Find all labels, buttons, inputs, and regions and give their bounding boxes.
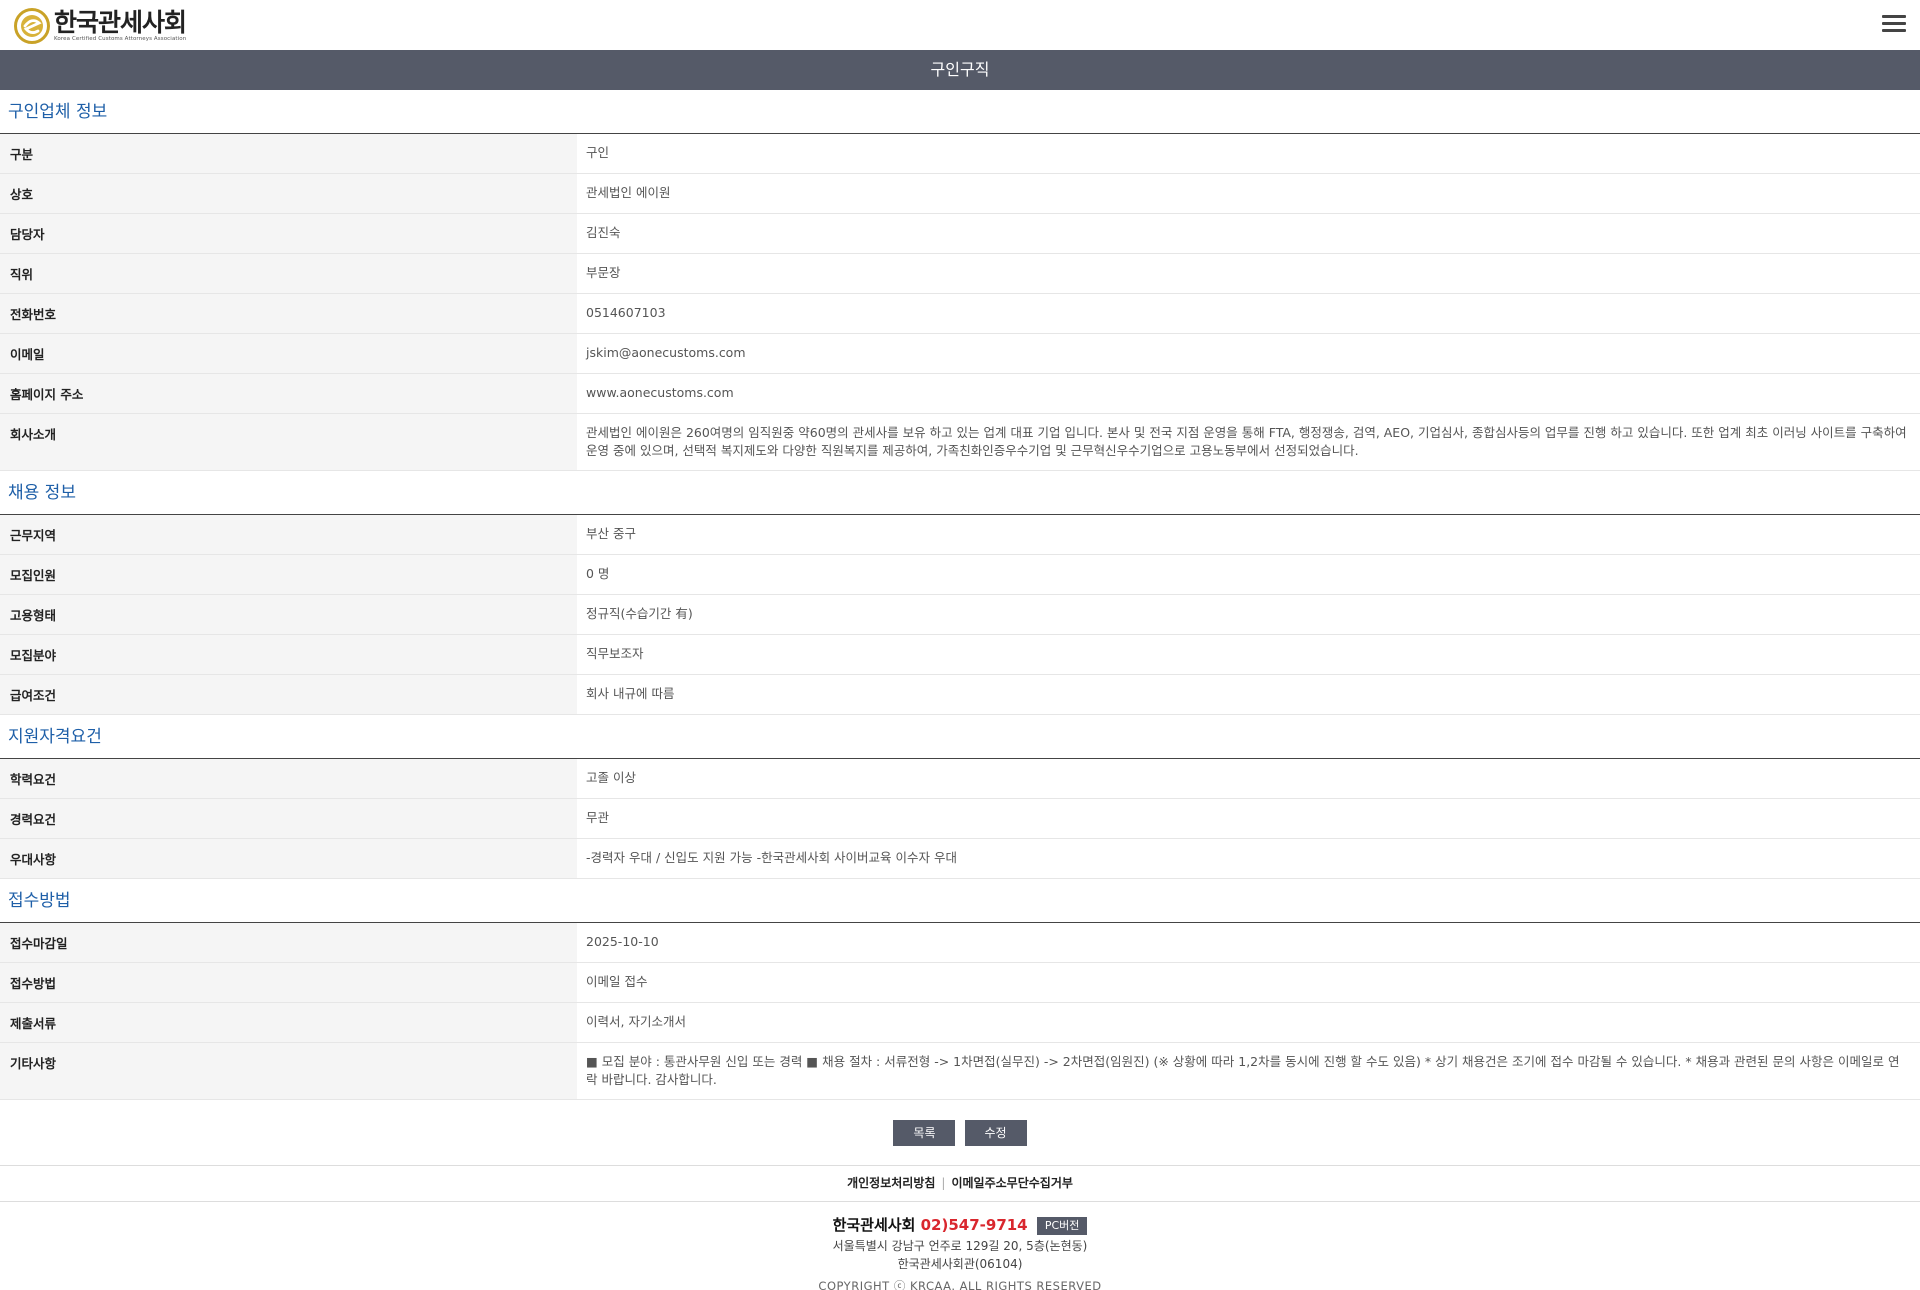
- row-label: 담당자: [0, 213, 577, 254]
- row-label: 직위: [0, 253, 577, 294]
- row-label: 급여조건: [0, 674, 577, 715]
- table-row: 모집인원 0 명: [0, 554, 1920, 595]
- table-row: 우대사항 -경력자 우대 / 신입도 지원 가능 -한국관세사회 사이버교육 이수…: [0, 838, 1920, 879]
- site-logo[interactable]: 한국관세사회 Korea Certified Customs Attorneys…: [14, 8, 187, 44]
- section-title: 지원자격요건: [0, 715, 1920, 759]
- row-label: 접수마감일: [0, 923, 577, 963]
- row-value: 구인: [577, 134, 1920, 174]
- page-title: 구인구직: [0, 50, 1920, 90]
- row-label: 기타사항: [0, 1042, 577, 1100]
- row-label: 구분: [0, 134, 577, 174]
- privacy-policy-link[interactable]: 개인정보처리방침: [847, 1176, 935, 1190]
- row-label: 고용형태: [0, 594, 577, 635]
- row-value: 관세법인 에이원은 260여명의 임직원중 약60명의 관세사를 보유 하고 있…: [577, 413, 1920, 471]
- info-table: 학력요건 고졸 이상 경력요건 무관 우대사항 -경력자 우대 / 신입도 지원 가능 -…: [0, 759, 1920, 879]
- row-value: 관세법인 에이원: [577, 173, 1920, 214]
- table-row: 기타사항 ■ 모집 분야 : 통관사무원 신입 또는 경력 ■ 채용 절차 : 서…: [0, 1042, 1920, 1100]
- site-header: 한국관세사회 Korea Certified Customs Attorneys…: [0, 0, 1920, 50]
- row-label: 홈페이지 주소: [0, 373, 577, 414]
- table-row: 회사소개 관세법인 에이원은 260여명의 임직원중 약60명의 관세사를 보유 …: [0, 413, 1920, 471]
- row-label: 모집인원: [0, 554, 577, 595]
- table-row: 급여조건 회사 내규에 따름: [0, 674, 1920, 715]
- row-label: 학력요건: [0, 759, 577, 799]
- logo-name: 한국관세사회: [54, 8, 187, 37]
- row-value: ■ 모집 분야 : 통관사무원 신입 또는 경력 ■ 채용 절차 : 서류전형 …: [577, 1042, 1920, 1100]
- footer-copyright: COPYRIGHT ⓒ KRCAA. ALL RIGHTS RESERVED: [818, 1279, 1102, 1290]
- row-value: 김진숙: [577, 213, 1920, 254]
- row-value: 이력서, 자기소개서: [577, 1002, 1920, 1043]
- row-value: 고졸 이상: [577, 759, 1920, 799]
- footer-links: 개인정보처리방침 | 이메일주소무단수집거부: [0, 1166, 1920, 1202]
- action-buttons: 목록 수정: [0, 1100, 1920, 1166]
- row-label: 상호: [0, 173, 577, 214]
- row-label: 전화번호: [0, 293, 577, 334]
- table-row: 전화번호 0514607103: [0, 293, 1920, 334]
- table-row: 접수방법 이메일 접수: [0, 962, 1920, 1003]
- row-label: 이메일: [0, 333, 577, 374]
- section-title: 구인업체 정보: [0, 90, 1920, 134]
- row-value: 정규직(수습기간 有): [577, 594, 1920, 635]
- row-value: 부문장: [577, 253, 1920, 294]
- logo-subtitle: Korea Certified Customs Attorneys Associ…: [54, 36, 187, 42]
- table-row: 담당자 김진숙: [0, 213, 1920, 254]
- table-row: 상호 관세법인 에이원: [0, 173, 1920, 214]
- footer-info: 한국관세사회 02)547-9714 PC버전 서울특별시 강남구 언주로 12…: [0, 1202, 1920, 1290]
- info-table: 근무지역 부산 중구 모집인원 0 명 고용형태 정규직(수습기간 有) 모집분야 직무보조자…: [0, 515, 1920, 715]
- table-row: 구분 구인: [0, 134, 1920, 174]
- row-value: 2025-10-10: [577, 923, 1920, 963]
- footer-org-name: 한국관세사회: [832, 1216, 916, 1234]
- pc-version-button[interactable]: PC버전: [1036, 1216, 1088, 1235]
- table-row: 모집분야 직무보조자: [0, 634, 1920, 675]
- row-label: 모집분야: [0, 634, 577, 675]
- table-row: 제출서류 이력서, 자기소개서: [0, 1002, 1920, 1043]
- table-row: 홈페이지 주소 www.aonecustoms.com: [0, 373, 1920, 414]
- table-row: 직위 부문장: [0, 253, 1920, 294]
- row-label: 근무지역: [0, 515, 577, 555]
- table-row: 접수마감일 2025-10-10: [0, 923, 1920, 963]
- job-detail-content: 구인업체 정보 구분 구인 상호 관세법인 에이원 담당자 김진숙 직위 부문장 전화번호 0514…: [0, 90, 1920, 1100]
- info-table: 구분 구인 상호 관세법인 에이원 담당자 김진숙 직위 부문장 전화번호 0514607103 이…: [0, 134, 1920, 471]
- section-title: 채용 정보: [0, 471, 1920, 515]
- row-value: 회사 내규에 따름: [577, 674, 1920, 715]
- footer-address: 서울특별시 강남구 언주로 129길 20, 5층(논현동): [832, 1239, 1088, 1253]
- logo-emblem-icon: [14, 8, 50, 44]
- row-value: www.aonecustoms.com: [577, 373, 1920, 414]
- row-label: 회사소개: [0, 413, 577, 471]
- row-value: 이메일 접수: [577, 962, 1920, 1003]
- table-row: 이메일 jskim@aonecustoms.com: [0, 333, 1920, 374]
- link-separator: |: [941, 1176, 946, 1190]
- info-table: 접수마감일 2025-10-10 접수방법 이메일 접수 제출서류 이력서, 자기소개서 기…: [0, 923, 1920, 1100]
- footer-phone: 02)547-9714: [920, 1216, 1028, 1234]
- row-value: 0 명: [577, 554, 1920, 595]
- section-title: 접수방법: [0, 879, 1920, 923]
- edit-button[interactable]: 수정: [964, 1120, 1027, 1146]
- table-row: 고용형태 정규직(수습기간 有): [0, 594, 1920, 635]
- row-value: 0514607103: [577, 293, 1920, 334]
- row-label: 접수방법: [0, 962, 577, 1003]
- table-row: 경력요건 무관: [0, 798, 1920, 839]
- row-value: jskim@aonecustoms.com: [577, 333, 1920, 374]
- hamburger-menu-icon[interactable]: [1882, 15, 1906, 35]
- row-label: 제출서류: [0, 1002, 577, 1043]
- table-row: 근무지역 부산 중구: [0, 515, 1920, 555]
- row-label: 우대사항: [0, 838, 577, 879]
- table-row: 학력요건 고졸 이상: [0, 759, 1920, 799]
- row-value: -경력자 우대 / 신입도 지원 가능 -한국관세사회 사이버교육 이수자 우대: [577, 838, 1920, 879]
- row-value: 부산 중구: [577, 515, 1920, 555]
- list-button[interactable]: 목록: [893, 1120, 956, 1146]
- row-value: 무관: [577, 798, 1920, 839]
- row-value: 직무보조자: [577, 634, 1920, 675]
- row-label: 경력요건: [0, 798, 577, 839]
- footer-address-building: 한국관세사회관(06104): [897, 1257, 1023, 1271]
- email-refusal-link[interactable]: 이메일주소무단수집거부: [951, 1176, 1072, 1190]
